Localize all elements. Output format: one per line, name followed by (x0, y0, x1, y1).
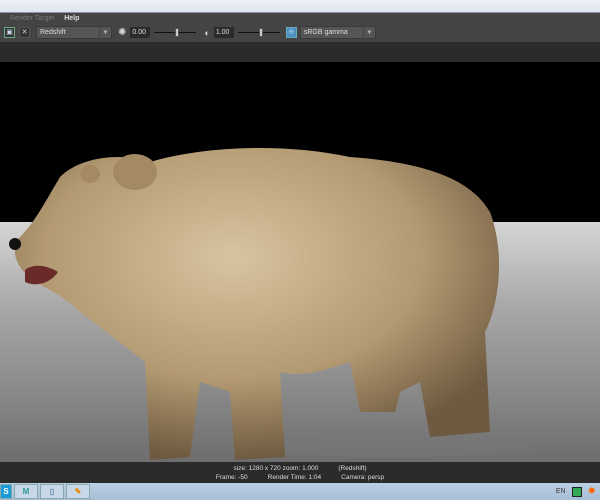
slider-handle[interactable] (258, 28, 263, 37)
taskbar: S M ▯ ✎ EN ✸ (0, 483, 600, 500)
image-size-text: size: 1280 x 720 zoom: 1.000 (233, 465, 319, 472)
menu-render-target[interactable]: Render Target (10, 15, 54, 22)
menu-help[interactable]: Help (64, 15, 79, 22)
render-toolbar: ▣ ✕ Redshift ▼ ✺ 0.00 ◐ 1.00 ⊖ sRGB gamma… (0, 23, 600, 42)
save-image-icon[interactable]: ▣ (4, 27, 15, 38)
exposure-slider[interactable] (154, 28, 197, 37)
window-title-bar (0, 0, 600, 13)
gamma-slider[interactable] (237, 28, 280, 37)
notepad-icon[interactable]: ▯ (40, 484, 64, 499)
render-status-bar: size: 1280 x 720 zoom: 1.000 (Redshift) F… (0, 462, 600, 483)
bear-render (9, 147, 530, 460)
camera-text: Camera: persp (341, 474, 385, 481)
renderer-text: (Redshift) (338, 465, 367, 472)
renderer-select[interactable]: Redshift ▼ (36, 26, 112, 39)
remove-image-icon[interactable]: ✕ (19, 27, 30, 38)
exposure-field[interactable]: 0.00 (130, 27, 151, 38)
viewport-padding (0, 42, 600, 62)
language-indicator[interactable]: EN (556, 488, 566, 495)
chevron-down-icon: ▼ (99, 27, 111, 39)
exposure-icon: ✺ (118, 27, 127, 38)
renderer-value: Redshift (40, 29, 66, 36)
menu-bar: Render Target Help (0, 13, 600, 23)
render-time-text: Render Time: 1:04 (267, 474, 322, 481)
paint-icon[interactable]: ✎ (66, 484, 90, 499)
slider-handle[interactable] (175, 28, 180, 37)
maya-icon[interactable]: M (14, 484, 38, 499)
chevron-down-icon: ▼ (362, 27, 375, 39)
color-management-icon[interactable]: ⊖ (285, 27, 297, 38)
colorspace-value: sRGB gamma (303, 29, 348, 36)
gamma-field[interactable]: 1.00 (213, 27, 234, 38)
colorspace-select[interactable]: sRGB gamma ▼ (299, 26, 376, 39)
nvidia-icon[interactable] (571, 486, 582, 497)
skype-icon[interactable]: S (0, 484, 12, 499)
render-view[interactable] (0, 62, 600, 462)
frame-text: Frame: -50 (215, 474, 248, 481)
system-tray: EN ✸ (556, 486, 596, 497)
avast-icon[interactable]: ✸ (588, 486, 596, 497)
gamma-icon: ◐ (204, 27, 210, 38)
